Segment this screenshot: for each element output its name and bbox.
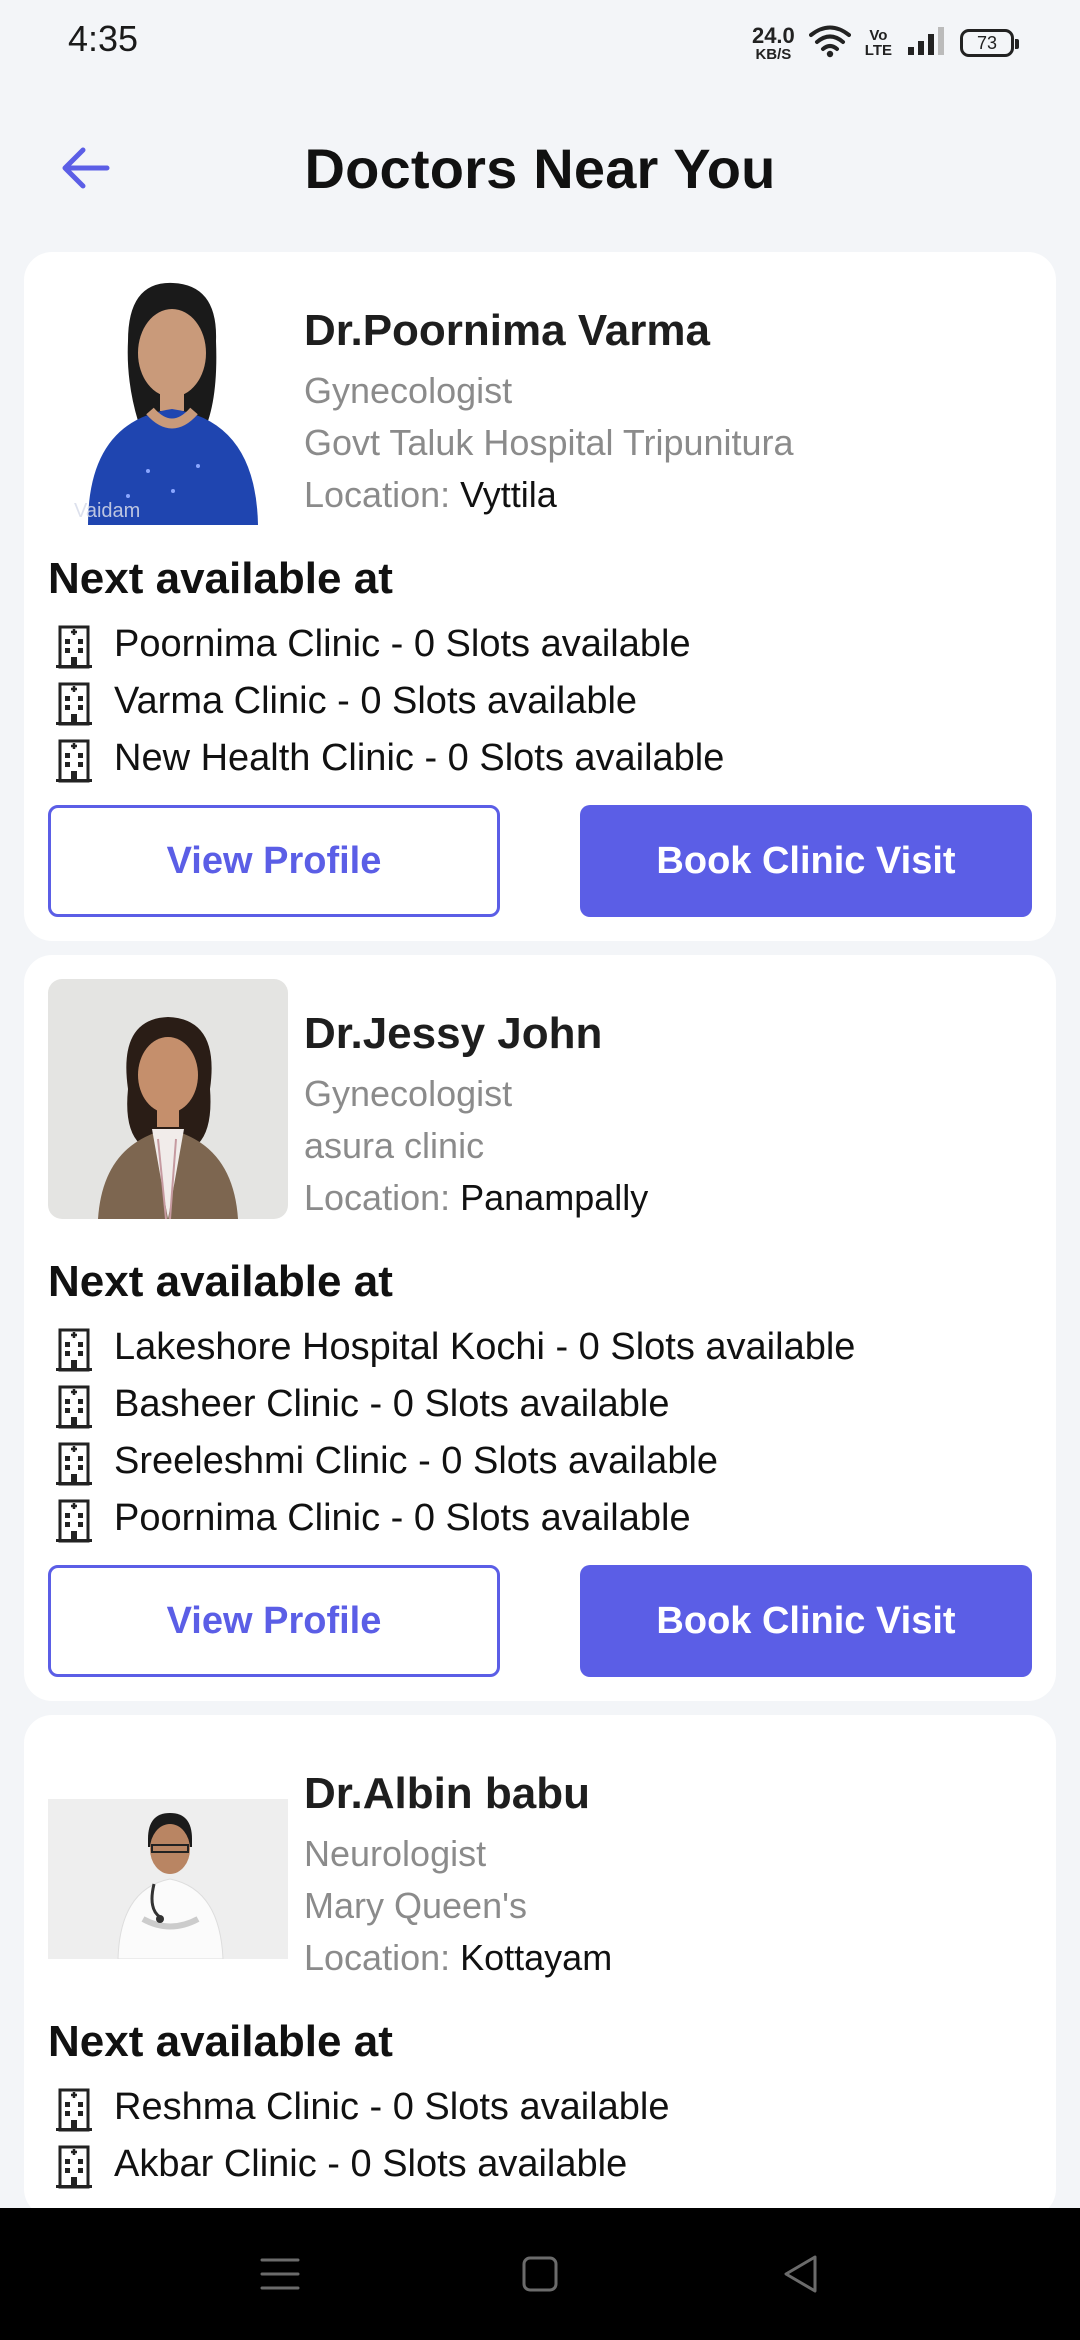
location-label: Location: <box>304 1937 461 1978</box>
square-home-icon <box>522 2256 558 2292</box>
wifi-icon <box>808 24 851 63</box>
next-available-heading: Next available at <box>48 1257 393 1306</box>
next-available-heading: Next available at <box>48 554 393 603</box>
slot-item: Basheer Clinic - 0 Slots available <box>48 1376 1032 1433</box>
slot-item: Sreeleshmi Clinic - 0 Slots available <box>48 1433 1032 1490</box>
slot-item: Lakeshore Hospital Kochi - 0 Slots avail… <box>48 1319 1032 1376</box>
doctor-card: Dr.Albin babu Neurologist Mary Queen's L… <box>24 1715 1056 2208</box>
network-speed-unit: KB/S <box>755 45 792 63</box>
doctor-card: Vaidam Dr.Poornima Varma Gynecologist Go… <box>24 252 1056 941</box>
hospital-building-icon <box>56 1385 92 1428</box>
volte-indicator: Vo LTE <box>865 28 892 58</box>
menu-icon <box>260 2258 300 2290</box>
slot-item: Akbar Clinic - 0 Slots available <box>48 2136 1032 2193</box>
photo-watermark: Vaidam <box>74 500 140 522</box>
volte-bottom: LTE <box>864 42 892 59</box>
slot-text: Varma Clinic - 0 Slots available <box>114 680 638 722</box>
recent-apps-button[interactable] <box>235 2229 325 2319</box>
location-value: Kottayam <box>460 1937 613 1978</box>
app-header: Doctors Near You <box>0 120 1080 220</box>
doctor-name: Dr.Poornima Varma <box>304 306 710 355</box>
slot-item: Reshma Clinic - 0 Slots available <box>48 2079 1032 2136</box>
location-value: Vyttila <box>460 474 557 515</box>
slot-text: Basheer Clinic - 0 Slots available <box>114 1383 670 1425</box>
slot-text: Lakeshore Hospital Kochi - 0 Slots avail… <box>114 1326 856 1368</box>
doctor-list[interactable]: Vaidam Dr.Poornima Varma Gynecologist Go… <box>24 252 1056 2208</box>
system-nav-bar <box>0 2208 1080 2340</box>
signal-icon <box>906 25 946 62</box>
doctor-card: Dr.Jessy John Gynecologist asura clinic … <box>24 955 1056 1701</box>
doctor-location: Location: Kottayam <box>304 1937 612 1979</box>
hospital-building-icon <box>56 1499 92 1542</box>
doctor-location: Location: Panampally <box>304 1177 648 1219</box>
doctor-specialty: Gynecologist <box>304 1073 513 1114</box>
hospital-building-icon <box>56 739 92 782</box>
slot-text: Poornima Clinic - 0 Slots available <box>114 1497 691 1539</box>
slot-text: Poornima Clinic - 0 Slots available <box>114 623 691 665</box>
status-time: 4:35 <box>68 18 139 59</box>
home-button[interactable] <box>495 2229 585 2319</box>
location-label: Location: <box>304 474 461 515</box>
doctor-name: Dr.Jessy John <box>304 1009 603 1058</box>
battery-icon: 73 <box>960 29 1019 57</box>
slot-text: Reshma Clinic - 0 Slots available <box>114 2086 670 2128</box>
view-profile-button[interactable]: View Profile <box>48 1565 500 1677</box>
hospital-building-icon <box>56 682 92 725</box>
doctor-hospital: Govt Taluk Hospital Tripunitura <box>304 422 794 463</box>
slot-item: New Health Clinic - 0 Slots available <box>48 730 1032 787</box>
slot-item: Poornima Clinic - 0 Slots available <box>48 616 1032 673</box>
book-clinic-visit-button[interactable]: Book Clinic Visit <box>580 805 1032 917</box>
slot-text: New Health Clinic - 0 Slots available <box>114 737 725 779</box>
hospital-building-icon <box>56 1442 92 1485</box>
doctor-hospital: asura clinic <box>304 1125 485 1166</box>
hospital-building-icon <box>56 2088 92 2131</box>
doctor-hospital: Mary Queen's <box>304 1885 527 1926</box>
slot-item: Poornima Clinic - 0 Slots available <box>48 1490 1032 1547</box>
doctor-specialty: Gynecologist <box>304 370 513 411</box>
hospital-building-icon <box>56 625 92 668</box>
page-title: Doctors Near You <box>304 137 776 200</box>
status-icons: 24.0 KB/S Vo LTE 73 <box>751 20 1019 66</box>
doctor-photo <box>48 979 288 1219</box>
doctor-location: Location: Vyttila <box>304 474 794 516</box>
network-speed-value: 24.0 <box>751 22 795 48</box>
doctor-name: Dr.Albin babu <box>304 1769 590 1818</box>
status-bar: 4:35 24.0 KB/S Vo LTE 73 <box>0 0 1080 84</box>
battery-level: 73 <box>976 32 998 53</box>
system-back-button[interactable] <box>755 2229 845 2319</box>
hospital-building-icon <box>56 1328 92 1371</box>
view-profile-button[interactable]: View Profile <box>48 805 500 917</box>
volte-top: Vo <box>869 27 888 44</box>
doctor-photo <box>48 1739 288 1979</box>
location-label: Location: <box>304 1177 461 1218</box>
hospital-building-icon <box>56 2145 92 2188</box>
triangle-back-icon <box>784 2255 817 2293</box>
next-available-heading: Next available at <box>48 2017 393 2066</box>
doctor-photo: Vaidam <box>48 271 288 525</box>
network-speed: 24.0 KB/S <box>751 22 795 63</box>
slot-text: Sreeleshmi Clinic - 0 Slots available <box>114 1440 719 1482</box>
location-value: Panampally <box>460 1177 649 1218</box>
slot-text: Akbar Clinic - 0 Slots available <box>114 2143 628 2185</box>
doctor-specialty: Neurologist <box>304 1833 487 1874</box>
slot-item: Varma Clinic - 0 Slots available <box>48 673 1032 730</box>
book-clinic-visit-button[interactable]: Book Clinic Visit <box>580 1565 1032 1677</box>
